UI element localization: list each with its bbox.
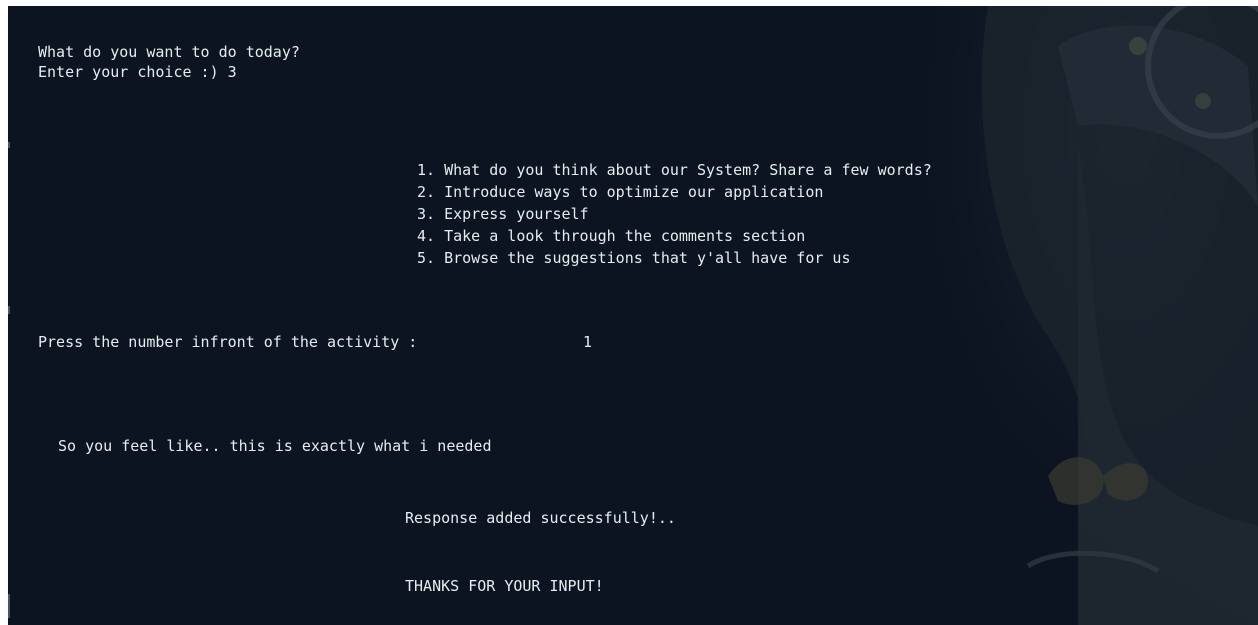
prompt-question: What do you want to do today? xyxy=(38,43,300,61)
anime-background-art xyxy=(928,6,1258,625)
menu-item-2: 2. Introduce ways to optimize our applic… xyxy=(417,183,824,201)
menu-item-5: 5. Browse the suggestions that y'all hav… xyxy=(417,249,851,267)
choice-value: 3 xyxy=(227,63,237,81)
choice-prompt: Enter your choice :) xyxy=(38,63,228,81)
choice-line: Enter your choice :) 3 xyxy=(38,62,237,82)
response-message: Response added successfully!.. xyxy=(405,509,676,527)
gutter-mark xyxy=(8,142,10,148)
activity-prompt: Press the number infront of the activity… xyxy=(38,333,418,351)
menu-item-1: 1. What do you think about our System? S… xyxy=(417,161,932,179)
gutter-mark xyxy=(8,594,10,618)
gutter-mark xyxy=(8,306,10,314)
menu-item-4: 4. Take a look through the comments sect… xyxy=(417,227,806,245)
terminal-window[interactable]: What do you want to do today? Enter your… xyxy=(8,6,1258,625)
thanks-message: THANKS FOR YOUR INPUT! xyxy=(405,577,604,595)
feeling-text: So you feel like.. this is exactly what … xyxy=(58,437,492,455)
menu-item-3: 3. Express yourself xyxy=(417,205,589,223)
activity-value: 1 xyxy=(583,333,593,351)
